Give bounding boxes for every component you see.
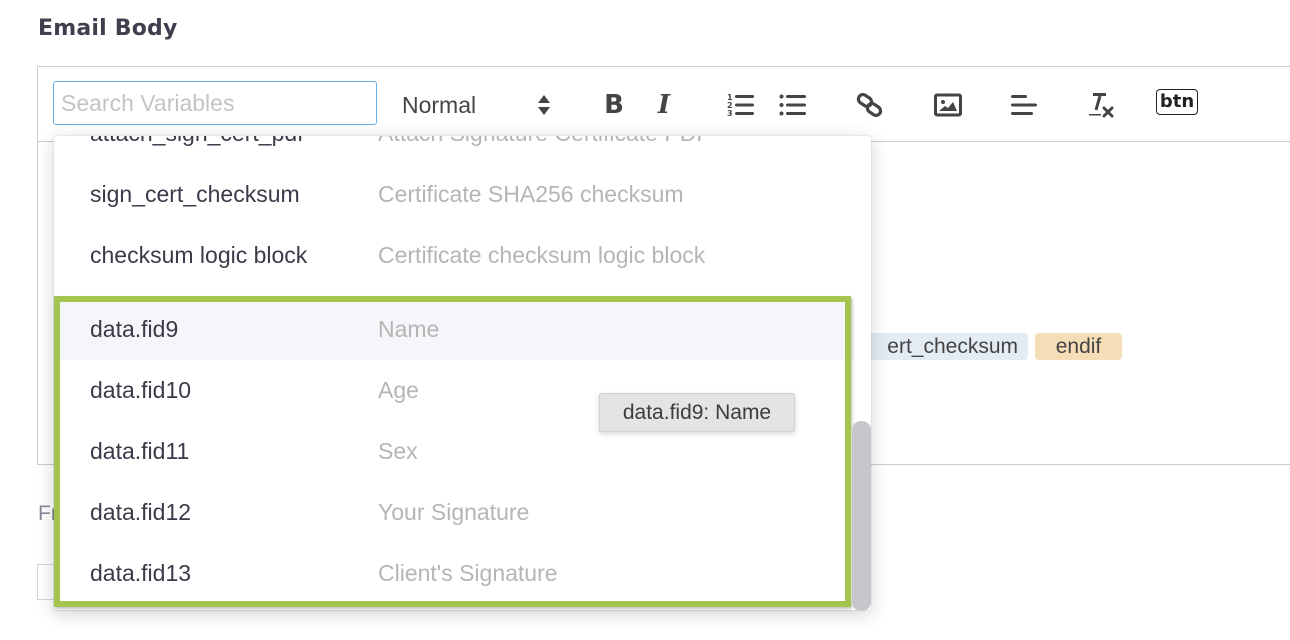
variable-description: Certificate SHA256 checksum [378, 181, 684, 207]
variable-key: data.fid12 [90, 499, 192, 525]
format-select-value: Normal [402, 91, 477, 118]
list-item[interactable]: data.fid12 Your Signature [54, 482, 854, 543]
variable-description: Name [378, 316, 440, 342]
align-button[interactable] [1006, 87, 1042, 123]
variable-description: Age [378, 377, 419, 403]
link-icon [856, 92, 883, 118]
search-variables-input[interactable] [53, 81, 377, 125]
variables-dropdown: attach_sign_cert_pdf Attach Signature Ce… [54, 136, 871, 610]
format-select[interactable]: Normal [402, 89, 552, 121]
variable-key: attach_sign_cert_pdf [54, 136, 378, 147]
variable-key: data.fid13 [90, 560, 192, 586]
list-item[interactable]: sign_cert_checksum Certificate SHA256 ch… [54, 164, 854, 225]
clear-format-icon [1089, 93, 1114, 118]
clear-format-button[interactable] [1084, 87, 1120, 123]
italic-button[interactable]: I [646, 87, 682, 123]
tooltip: data.fid9: Name [599, 393, 795, 432]
svg-text:3: 3 [727, 109, 733, 118]
variable-key: data.fid9 [90, 316, 179, 342]
bold-icon: B [604, 90, 624, 120]
bullet-list-icon [779, 94, 806, 116]
variables-list: attach_sign_cert_pdf Attach Signature Ce… [54, 136, 854, 604]
link-button[interactable] [852, 87, 888, 123]
list-item-active[interactable]: data.fid9 Name [54, 299, 854, 360]
ordered-list-icon: 1 2 3 [727, 93, 754, 118]
variable-description: Client's Signature [378, 560, 558, 586]
image-icon [934, 93, 962, 117]
variable-key: data.fid10 [90, 377, 192, 403]
variable-description: Certificate checksum logic block [378, 242, 706, 268]
variable-description: Attach Signature Certificate PDF [378, 136, 710, 147]
list-item[interactable]: attach_sign_cert_pdf Attach Signature Ce… [54, 136, 854, 164]
align-left-icon [1011, 95, 1037, 115]
button-icon: btn [1155, 89, 1199, 115]
image-button[interactable] [930, 87, 966, 123]
dropdown-scrollbar[interactable] [852, 421, 871, 611]
section-title: Email Body [38, 16, 178, 41]
list-item[interactable]: checksum logic block Certificate checksu… [54, 225, 854, 286]
variable-key: sign_cert_checksum [90, 181, 300, 207]
variable-description: Your Signature [378, 499, 530, 525]
select-arrows-icon [538, 94, 550, 116]
variable-description: Sex [378, 438, 418, 464]
editor-toolbar: Normal B I 1 2 3 [38, 67, 1290, 142]
endif-tag[interactable]: endif [1035, 333, 1122, 360]
insert-button-button[interactable]: btn [1153, 84, 1201, 120]
bold-button[interactable]: B [596, 87, 632, 123]
variable-key: data.fid11 [90, 438, 190, 464]
ordered-list-button[interactable]: 1 2 3 [723, 87, 759, 123]
list-item[interactable]: data.fid13 Client's Signature [54, 543, 854, 604]
variable-key: checksum logic block [90, 242, 308, 268]
italic-icon: I [657, 90, 671, 120]
bullet-list-button[interactable] [775, 87, 811, 123]
